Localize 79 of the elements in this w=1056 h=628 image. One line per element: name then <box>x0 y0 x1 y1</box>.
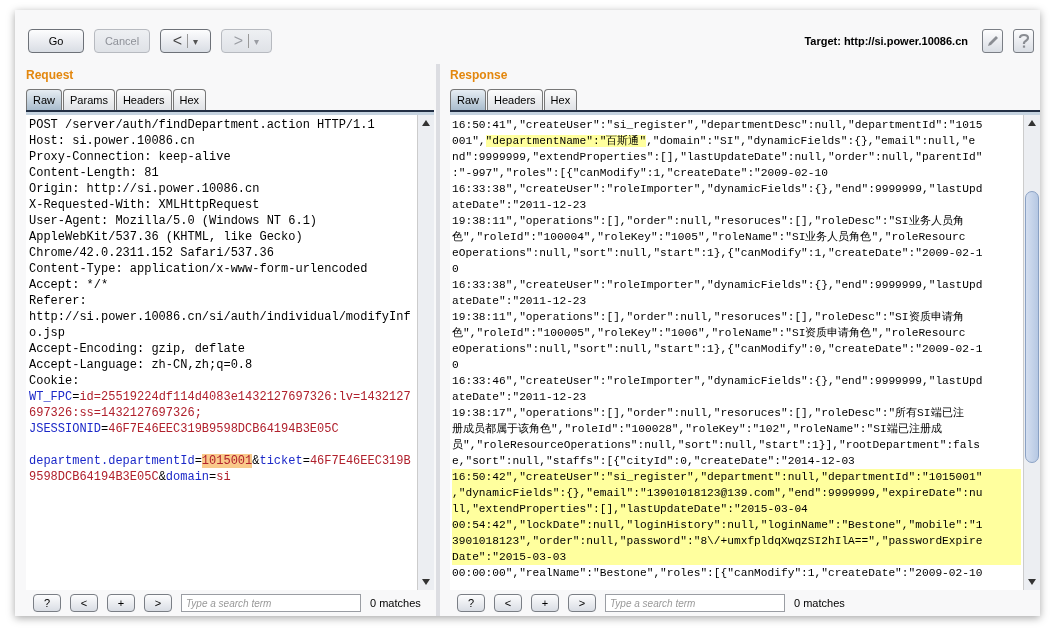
help-button[interactable] <box>1013 29 1034 53</box>
response-line: 00:00:00","realName":"Bestone","roles":[{"canModify":1,"createDate":"2009-02-10 <box>452 566 984 581</box>
target-label: Target: http://si.power.10086.cn <box>804 35 968 47</box>
request-line: 9598DCB64194B3E05C&domain=si <box>29 469 232 485</box>
scroll-down-icon[interactable] <box>421 577 431 587</box>
back-button[interactable]: < ▾ <box>160 29 211 53</box>
request-line: Content-Length: 81 <box>29 165 160 181</box>
response-line: ateDate":"2011-12-23 <box>452 198 588 213</box>
pencil-icon <box>985 34 1000 48</box>
scroll-down-icon[interactable] <box>1027 577 1037 587</box>
tab[interactable]: Hex <box>543 89 578 110</box>
scroll-up-icon[interactable] <box>421 118 431 128</box>
request-line: Origin: http://si.power.10086.cn <box>29 181 261 197</box>
request-line: POST /server/auth/findDepartment.action HTTP/1.1 <box>29 117 376 133</box>
request-line: X-Requested-With: XMLHttpRequest <box>29 197 261 213</box>
response-line: 色","roleId":"100005","roleKey":"1006","roleName":"SI资质申请角色","roleResourc <box>452 326 967 341</box>
response-line: 001","departmentName":"百斯通","domain":"SI","dynamicFields":{},"email":null,"e <box>452 134 977 149</box>
search-nav-button[interactable]: ? <box>457 594 485 612</box>
pane-title: Response <box>450 68 509 84</box>
response-line: 0 <box>452 262 460 277</box>
tab[interactable]: Params <box>63 89 115 110</box>
response-line: ateDate":"2011-12-23 <box>452 294 588 309</box>
edit-target-button[interactable] <box>982 29 1003 53</box>
response-line: eOperations":null,"sort":null,"start":1},{"canModify":0,"createDate":"2009-02-1 <box>452 342 984 357</box>
request-line: Chrome/42.0.2311.152 Safari/537.36 <box>29 245 275 261</box>
search-nav-button[interactable]: + <box>107 594 135 612</box>
response-line: eOperations":null,"sort":null,"start":1},{"canModify":1,"createDate":"2009-02-1 <box>452 246 984 261</box>
response-line: 16:33:46","createUser":"roleImporter","dynamicFields":{},"end":9999999,"lastUpd <box>452 374 984 389</box>
tab[interactable]: Headers <box>115 89 172 110</box>
go-button[interactable]: Go <box>28 29 84 53</box>
match-count: 0 matches <box>370 597 421 609</box>
request-line: User-Agent: Mozilla/5.0 (Windows NT 6.1) <box>29 213 319 229</box>
request-line: Proxy-Connection: keep-alive <box>29 149 232 165</box>
search-field[interactable]: Type a search term <box>605 594 785 612</box>
search-nav-button[interactable]: < <box>494 594 522 612</box>
response-line: 16:33:38","createUser":"roleImporter","dynamicFields":{},"end":9999999,"lastUpd <box>452 278 984 293</box>
request-line: Cookie: <box>29 373 81 389</box>
search-field[interactable]: Type a search term <box>181 594 361 612</box>
request-line: 697326:ss=1432127697326; <box>29 405 203 421</box>
response-line: :"-997","roles":[{"canModify":1,"createDate":"2009-02-10 <box>452 166 829 181</box>
match-count: 0 matches <box>794 597 845 609</box>
tab[interactable]: Headers <box>487 89 543 110</box>
request-line: WT_FPC=id=25519224df114d4083e1432127697326:lv=1432127 <box>29 389 412 405</box>
tab[interactable]: Hex <box>172 89 207 110</box>
request-line: Accept-Language: zh-CN,zh;q=0.8 <box>29 357 254 373</box>
question-mark-icon <box>1017 33 1030 49</box>
response-line: ateDate":"2011-12-23 <box>452 390 588 405</box>
request-line: Accept-Encoding: gzip, deflate <box>29 341 247 357</box>
response-line: 0 <box>452 358 460 373</box>
response-line: 色","roleId":"100004","roleKey":"1005","roleName":"SI业务人员角色","roleResourc <box>452 230 967 245</box>
scroll-thumb[interactable] <box>1025 191 1039 463</box>
response-line: 19:38:17","operations":[],"order":null,"resoruces":[],"roleDesc":"所有SI端已注 <box>452 406 965 421</box>
request-line: JSESSIONID=46F7E46EEC319B9598DCB64194B3E05C <box>29 421 340 437</box>
tab[interactable]: Raw <box>26 89 62 110</box>
search-nav-button[interactable]: > <box>568 594 596 612</box>
request-line: Content-Type: application/x-www-form-urlencoded <box>29 261 369 277</box>
search-nav-button[interactable]: > <box>144 594 172 612</box>
response-line: 16:33:38","createUser":"roleImporter","dynamicFields":{},"end":9999999,"lastUpd <box>452 182 984 197</box>
response-line: 19:38:11","operations":[],"order":null,"resoruces":[],"roleDesc":"SI资质申请角 <box>452 310 965 325</box>
scrollbar[interactable] <box>417 115 434 590</box>
response-line: 19:38:11","operations":[],"order":null,"resoruces":[],"roleDesc":"SI业务人员角 <box>452 214 965 229</box>
search-nav-button[interactable]: ? <box>33 594 61 612</box>
response-line: nd":9999999,"extendProperties":[],"lastUpdateDate":null,"order":null,"parentId" <box>452 150 984 165</box>
request-line: AppleWebKit/537.36 (KHTML, like Gecko) <box>29 229 304 245</box>
pane-title: Request <box>26 68 75 84</box>
tab[interactable]: Raw <box>450 89 486 110</box>
request-line: o.jsp <box>29 325 66 341</box>
response-line: 册成员都属于该角色","roleId":"100028","roleKey":"102","roleName":"SI端已注册成 <box>452 422 943 437</box>
response-line: e,"sort":null,"staffs":[{"cityId":0,"createDate":"2014-12-03 <box>452 454 856 469</box>
scrollbar[interactable] <box>1023 115 1040 590</box>
response-line: 员","roleResourceOperations":null,"sort":null,"start":1}],"rootDepartment":fals <box>452 438 981 453</box>
search-nav-button[interactable]: + <box>531 594 559 612</box>
response-line: 16:50:41","createUser":"si_register","departmentDesc":null,"departmentId":"1015 <box>452 118 984 133</box>
search-nav-button[interactable]: < <box>70 594 98 612</box>
request-line: http://si.power.10086.cn/si/auth/individual/modifyInf <box>29 309 412 325</box>
scroll-up-icon[interactable] <box>1027 118 1037 128</box>
request-line: Referer: <box>29 293 88 309</box>
request-line: Accept: */* <box>29 277 110 293</box>
request-line: Host: si.power.10086.cn <box>29 133 196 149</box>
